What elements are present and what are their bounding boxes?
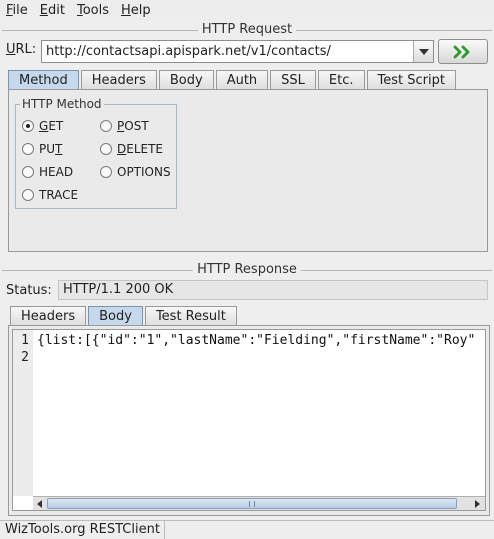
response-tabs: Headers Body Test Result: [10, 306, 239, 325]
tab-response-body[interactable]: Body: [88, 306, 143, 325]
tab-auth[interactable]: Auth: [215, 70, 269, 89]
radio-trace[interactable]: TRACE: [22, 188, 78, 202]
line-number-gutter: 1 2: [13, 330, 33, 496]
status-value: HTTP/1.1 200 OK: [58, 280, 488, 300]
radio-post-indicator: [100, 120, 112, 132]
url-input[interactable]: [42, 41, 413, 62]
tab-etc[interactable]: Etc.: [317, 70, 365, 89]
radio-put-indicator: [22, 143, 34, 155]
tab-headers[interactable]: Headers: [80, 70, 157, 89]
radio-trace-label: TRACE: [39, 188, 79, 202]
tab-response-headers[interactable]: Headers: [10, 306, 87, 325]
http-method-group-title: HTTP Method: [20, 97, 104, 111]
arrow-left-icon: [37, 499, 42, 508]
radio-get[interactable]: GET: [22, 119, 63, 133]
radio-delete-indicator: [100, 143, 112, 155]
response-body-text: {list:[{"id":"1","lastName":"Fielding","…: [37, 333, 476, 348]
radio-put-label: PUT: [39, 142, 63, 156]
menu-edit[interactable]: Edit: [40, 3, 65, 18]
radio-put[interactable]: PUT: [22, 142, 62, 156]
response-body-editor[interactable]: 1 2 {list:[{"id":"1","lastName":"Fieldin…: [12, 329, 486, 511]
status-bar: WizTools.org RESTClient: [0, 520, 494, 539]
menu-help[interactable]: Help: [121, 3, 151, 18]
menu-bar: File Edit Tools Help: [0, 0, 494, 20]
radio-get-label: GET: [39, 119, 64, 133]
tab-test-script[interactable]: Test Script: [366, 70, 456, 89]
url-dropdown-button[interactable]: [413, 41, 433, 62]
line-number: 1: [21, 333, 29, 348]
radio-head-indicator: [22, 166, 34, 178]
menu-file[interactable]: File: [6, 3, 28, 18]
http-response-title: HTTP Response: [193, 262, 301, 277]
scrollbar-thumb[interactable]: [47, 498, 457, 509]
double-chevron-right-icon: [453, 45, 470, 58]
radio-head-label: HEAD: [39, 165, 74, 179]
horizontal-scrollbar[interactable]: [33, 496, 485, 510]
scroll-left-button[interactable]: [33, 497, 46, 510]
url-combobox: [41, 40, 434, 63]
tab-ssl[interactable]: SSL: [270, 70, 316, 89]
menu-tools[interactable]: Tools: [77, 3, 109, 18]
radio-post[interactable]: POST: [100, 119, 149, 133]
scroll-right-button[interactable]: [471, 497, 484, 510]
radio-options-label: OPTIONS: [117, 165, 171, 179]
radio-delete-label: DELETE: [117, 142, 164, 156]
grip-icon: [249, 501, 255, 507]
tab-method[interactable]: Method: [8, 70, 79, 89]
radio-get-indicator: [22, 120, 34, 132]
tab-body[interactable]: Body: [158, 70, 214, 89]
line-number: 2: [21, 350, 29, 365]
radio-head[interactable]: HEAD: [22, 165, 73, 179]
radio-delete[interactable]: DELETE: [100, 142, 163, 156]
radio-options-indicator: [100, 166, 112, 178]
http-request-title: HTTP Request: [197, 22, 297, 37]
url-label: URL:: [6, 42, 37, 57]
radio-trace-indicator: [22, 189, 34, 201]
send-request-button[interactable]: [438, 39, 488, 64]
radio-post-label: POST: [117, 119, 149, 133]
status-label: Status:: [6, 283, 52, 298]
tab-test-result[interactable]: Test Result: [144, 306, 237, 325]
status-bar-text: WizTools.org RESTClient: [5, 521, 165, 539]
arrow-right-icon: [475, 499, 480, 508]
request-tabs: Method Headers Body Auth SSL Etc. Test S…: [8, 70, 458, 89]
radio-options[interactable]: OPTIONS: [100, 165, 171, 179]
chevron-down-icon: [418, 48, 429, 55]
